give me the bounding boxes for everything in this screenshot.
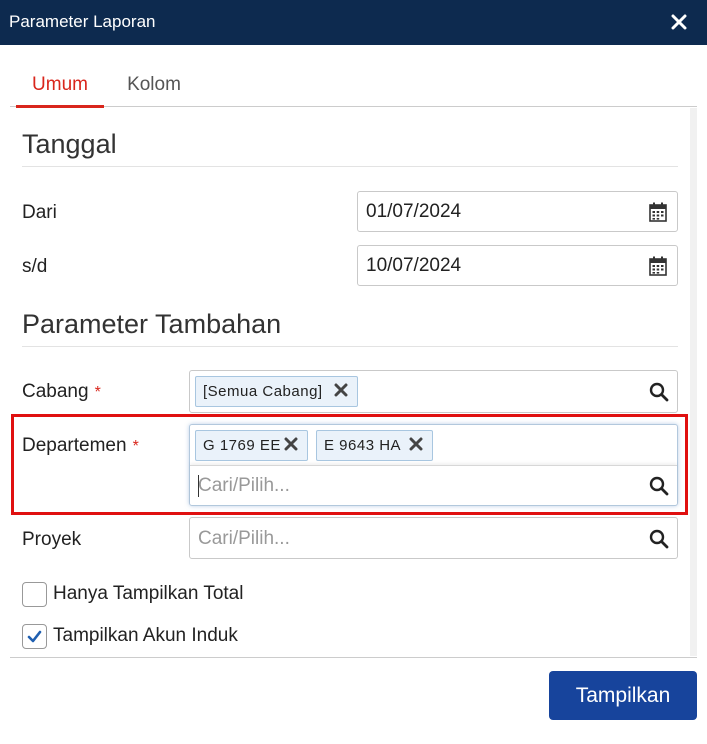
from-date-value: 01/07/2024 — [366, 201, 462, 222]
scrollbar[interactable] — [690, 108, 697, 656]
parent-account-checkbox[interactable] — [22, 624, 47, 649]
proyek-select[interactable]: Cari/Pilih... — [189, 517, 678, 559]
dialog-title: Parameter Laporan — [9, 12, 156, 31]
from-date-input[interactable]: 01/07/2024 — [357, 191, 678, 232]
departemen-tag-label: E 9643 HA — [324, 437, 402, 454]
tab-bar: Umum Kolom — [10, 64, 697, 108]
only-total-label: Hanya Tampilkan Total — [53, 583, 244, 604]
cabang-select[interactable]: [Semua Cabang] — [189, 370, 678, 413]
tab-umum[interactable]: Umum — [16, 64, 104, 108]
search-icon[interactable] — [649, 476, 669, 496]
close-icon[interactable] — [668, 9, 690, 35]
search-icon[interactable] — [649, 529, 669, 549]
parent-account-label: Tampilkan Akun Induk — [53, 625, 238, 646]
section-divider — [22, 346, 678, 347]
to-date-input[interactable]: 10/07/2024 — [357, 245, 678, 286]
tab-kolom[interactable]: Kolom — [114, 64, 194, 107]
calendar-icon[interactable] — [649, 256, 667, 281]
cabang-label: Cabang * — [22, 381, 101, 403]
footer-divider — [10, 657, 697, 658]
cabang-label-text: Cabang — [22, 381, 89, 402]
departemen-search-placeholder: Cari/Pilih... — [198, 475, 290, 496]
to-date-value: 10/07/2024 — [366, 255, 462, 276]
remove-tag-icon[interactable] — [334, 383, 350, 399]
remove-tag-icon[interactable] — [284, 437, 300, 453]
cabang-tag: [Semua Cabang] — [195, 376, 358, 407]
cabang-tag-label: [Semua Cabang] — [203, 383, 323, 400]
required-mark: * — [94, 384, 101, 401]
departemen-tag: E 9643 HA — [316, 430, 433, 461]
remove-tag-icon[interactable] — [409, 437, 425, 453]
departemen-tag: G 1769 EE — [195, 430, 308, 461]
search-icon[interactable] — [649, 382, 669, 402]
tampilkan-button[interactable]: Tampilkan — [549, 671, 697, 720]
check-icon — [27, 630, 42, 643]
calendar-icon[interactable] — [649, 202, 667, 227]
dialog-titlebar: Parameter Laporan — [0, 0, 707, 45]
from-date-label: Dari — [22, 202, 57, 223]
departemen-search-input[interactable]: Cari/Pilih... — [190, 465, 677, 505]
to-date-label: s/d — [22, 256, 48, 277]
proyek-label: Proyek — [22, 529, 82, 550]
required-mark: * — [132, 438, 139, 455]
departemen-tag-label: G 1769 EE — [203, 437, 281, 454]
section-title-parameter: Parameter Tambahan — [22, 309, 282, 339]
departemen-select[interactable]: G 1769 EE E 9643 HA Cari/Pilih... — [189, 424, 678, 506]
only-total-checkbox[interactable] — [22, 582, 47, 607]
section-divider — [22, 166, 678, 167]
departemen-label-text: Departemen — [22, 435, 127, 456]
section-title-tanggal: Tanggal — [22, 129, 117, 159]
proyek-placeholder: Cari/Pilih... — [198, 528, 290, 549]
departemen-label: Departemen * — [22, 435, 139, 457]
